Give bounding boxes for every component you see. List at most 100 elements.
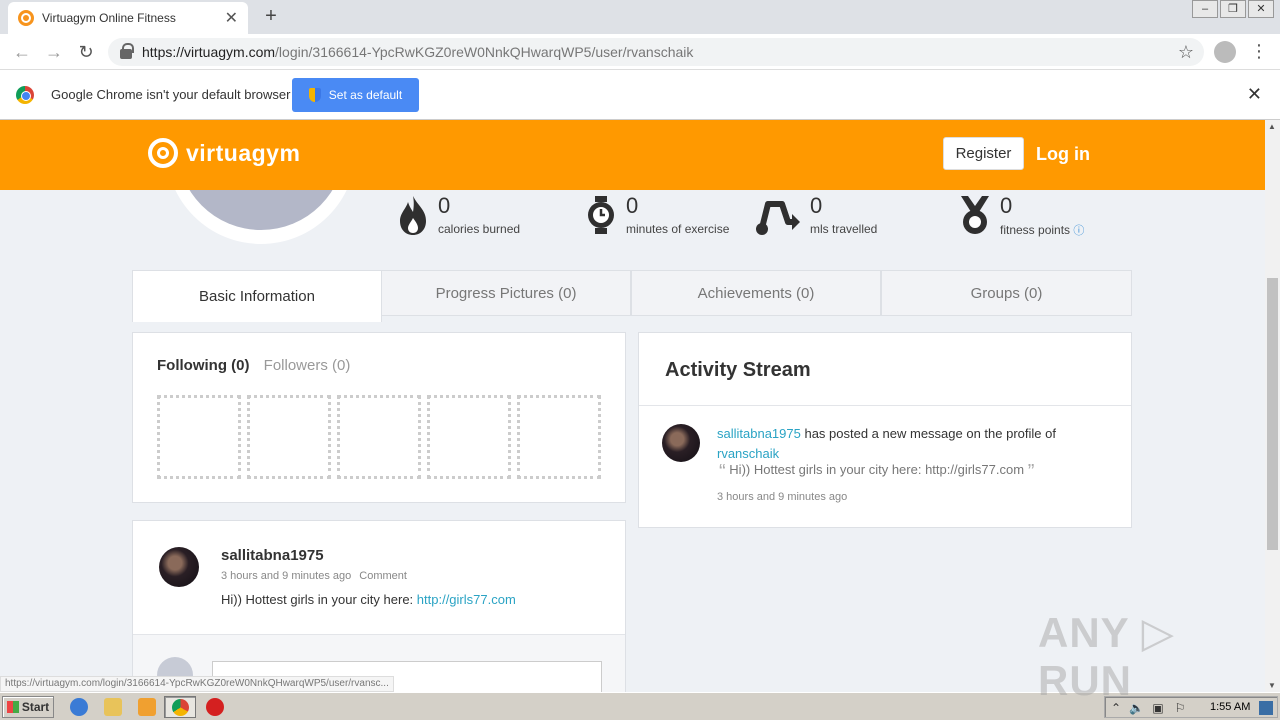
status-url-bubble: https://virtuagym.com/login/3166614-YpcR… (0, 676, 394, 692)
followers-tab[interactable]: Followers (0) (264, 357, 351, 374)
empty-slot (427, 395, 511, 479)
stat-label: mls travelled (810, 222, 878, 236)
forward-icon[interactable]: → (42, 40, 66, 64)
following-tab[interactable]: Following (0) (157, 357, 249, 374)
register-button[interactable]: Register (943, 137, 1024, 170)
windows-flag-icon (6, 701, 19, 713)
bookmark-star-icon[interactable]: ☆ (1178, 42, 1194, 63)
folder-icon[interactable] (104, 698, 122, 716)
tab-progress-pictures[interactable]: Progress Pictures (0) (381, 270, 631, 316)
flame-icon (400, 196, 426, 235)
post-link[interactable]: http://girls77.com (417, 592, 516, 607)
url-text[interactable]: https://virtuagym.com/login/3166614-YpcR… (142, 44, 693, 60)
back-icon[interactable]: ← (10, 40, 34, 64)
infobar-close-icon[interactable]: ✕ (1247, 84, 1262, 105)
stopwatch-icon (588, 196, 614, 234)
start-button[interactable]: Start (2, 696, 54, 718)
post-card: sallitabna1975 3 hours and 9 minutes ago… (132, 520, 626, 692)
activity-time: 3 hours and 9 minutes ago (717, 491, 848, 503)
browser-tabbar: Virtuagym Online Fitness ✕ + – ❐ ✕ (0, 0, 1280, 34)
stat-distance: 0 mls travelled (754, 194, 877, 236)
comment-link[interactable]: Comment (359, 570, 407, 582)
stop-icon[interactable] (206, 698, 224, 716)
stat-value: 0 (626, 193, 639, 218)
following-slots (157, 395, 601, 479)
url-host: https://virtuagym.com (142, 44, 276, 60)
stat-fitness-points: 0 fitness points ⓘ (958, 194, 1084, 238)
activity-target-link[interactable]: rvanschaik (717, 446, 779, 461)
stat-label: calories burned (438, 222, 521, 236)
tab-achievements[interactable]: Achievements (0) (631, 270, 881, 316)
tab-groups[interactable]: Groups (0) (881, 270, 1132, 316)
minimize-button[interactable]: – (1192, 0, 1218, 18)
anyrun-watermark: ANY ▷ RUN (1038, 609, 1175, 704)
uac-shield-icon (308, 88, 321, 102)
taskbar-chrome-button[interactable] (164, 696, 196, 718)
empty-slot (517, 395, 601, 479)
internet-explorer-icon[interactable] (70, 698, 88, 716)
page-viewport: virtuagym Register Log in 0 calories burn… (0, 120, 1265, 692)
kebab-menu-icon[interactable]: ⋮ (1250, 40, 1268, 62)
activity-text: sallitabna1975 has posted a new message … (717, 424, 1107, 464)
default-browser-infobar: Google Chrome isn't your default browser… (0, 70, 1280, 120)
activity-avatar[interactable] (662, 424, 700, 462)
stat-label: minutes of exercise (626, 222, 730, 236)
route-icon (756, 201, 800, 235)
close-quote-icon: ” (1027, 461, 1035, 483)
post-meta: 3 hours and 9 minutes ago Comment (221, 570, 407, 582)
following-card: Following (0) Followers (0) (132, 332, 626, 503)
close-window-button[interactable]: ✕ (1248, 0, 1274, 18)
divider (639, 405, 1131, 406)
activity-stream-title: Activity Stream (665, 359, 811, 381)
start-label: Start (21, 700, 50, 714)
new-tab-button[interactable]: + (260, 5, 282, 28)
scrollbar-thumb[interactable] (1267, 278, 1278, 550)
logo-text: virtuagym (186, 139, 301, 166)
empty-slot (247, 395, 331, 479)
tab-basic-information[interactable]: Basic Information (132, 270, 382, 322)
empty-slot (337, 395, 421, 479)
window-controls: – ❐ ✕ (1190, 0, 1274, 18)
activity-quote: “ Hi)) Hottest girls in your city here: … (719, 461, 1034, 484)
virtuagym-favicon-icon (18, 10, 34, 26)
media-player-icon[interactable] (138, 698, 156, 716)
address-bar[interactable]: https://virtuagym.com/login/3166614-YpcR… (108, 38, 1204, 66)
info-icon[interactable]: ⓘ (1073, 225, 1084, 237)
activity-quote-text: Hi)) Hottest girls in your city here: ht… (729, 462, 1025, 477)
browser-tab[interactable]: Virtuagym Online Fitness ✕ (8, 2, 248, 34)
profile-avatar-icon[interactable] (1214, 41, 1236, 63)
virtuagym-logo[interactable]: virtuagym (148, 138, 300, 168)
post-text: Hi)) Hottest girls in your city here: ht… (221, 592, 516, 607)
stat-value: 0 (438, 193, 451, 218)
follow-tabs: Following (0) Followers (0) (157, 357, 350, 374)
profile-tabs: Basic Information Progress Pictures (0) … (132, 270, 1132, 322)
virtuagym-ring-icon (148, 138, 178, 168)
post-author-avatar[interactable] (159, 547, 199, 587)
stat-value: 0 (1000, 193, 1013, 218)
browser-toolbar: ← → ↻ https://virtuagym.com/login/316661… (0, 34, 1280, 70)
post-author-name[interactable]: sallitabna1975 (221, 547, 324, 564)
stat-calories: 0 calories burned (396, 194, 520, 236)
stat-value: 0 (810, 193, 823, 218)
restore-button[interactable]: ❐ (1220, 0, 1246, 18)
page-scrollbar[interactable]: ▲ ▼ (1265, 120, 1280, 692)
chrome-icon (172, 699, 189, 716)
reload-icon[interactable]: ↻ (74, 40, 98, 64)
lock-icon (120, 43, 134, 59)
tab-close-icon[interactable]: ✕ (225, 8, 238, 28)
activity-actor-link[interactable]: sallitabna1975 (717, 426, 801, 441)
activity-action: has posted a new message on the profile … (800, 426, 1056, 441)
stat-label: fitness points ⓘ (1000, 223, 1085, 237)
infobar-message: Google Chrome isn't your default browser (51, 87, 291, 102)
open-quote-icon: “ (719, 461, 726, 483)
scroll-up-icon[interactable]: ▲ (1268, 122, 1276, 131)
tab-title: Virtuagym Online Fitness (42, 11, 176, 25)
chrome-logo-icon (16, 86, 34, 104)
set-as-default-button[interactable]: Set as default (292, 78, 419, 112)
set-as-default-label: Set as default (328, 88, 403, 102)
post-text-body: Hi)) Hottest girls in your city here: (221, 592, 417, 607)
login-link[interactable]: Log in (1036, 144, 1090, 165)
empty-slot (157, 395, 241, 479)
medal-icon (961, 196, 989, 234)
activity-stream-card: Activity Stream sallitabna1975 has poste… (638, 332, 1132, 528)
